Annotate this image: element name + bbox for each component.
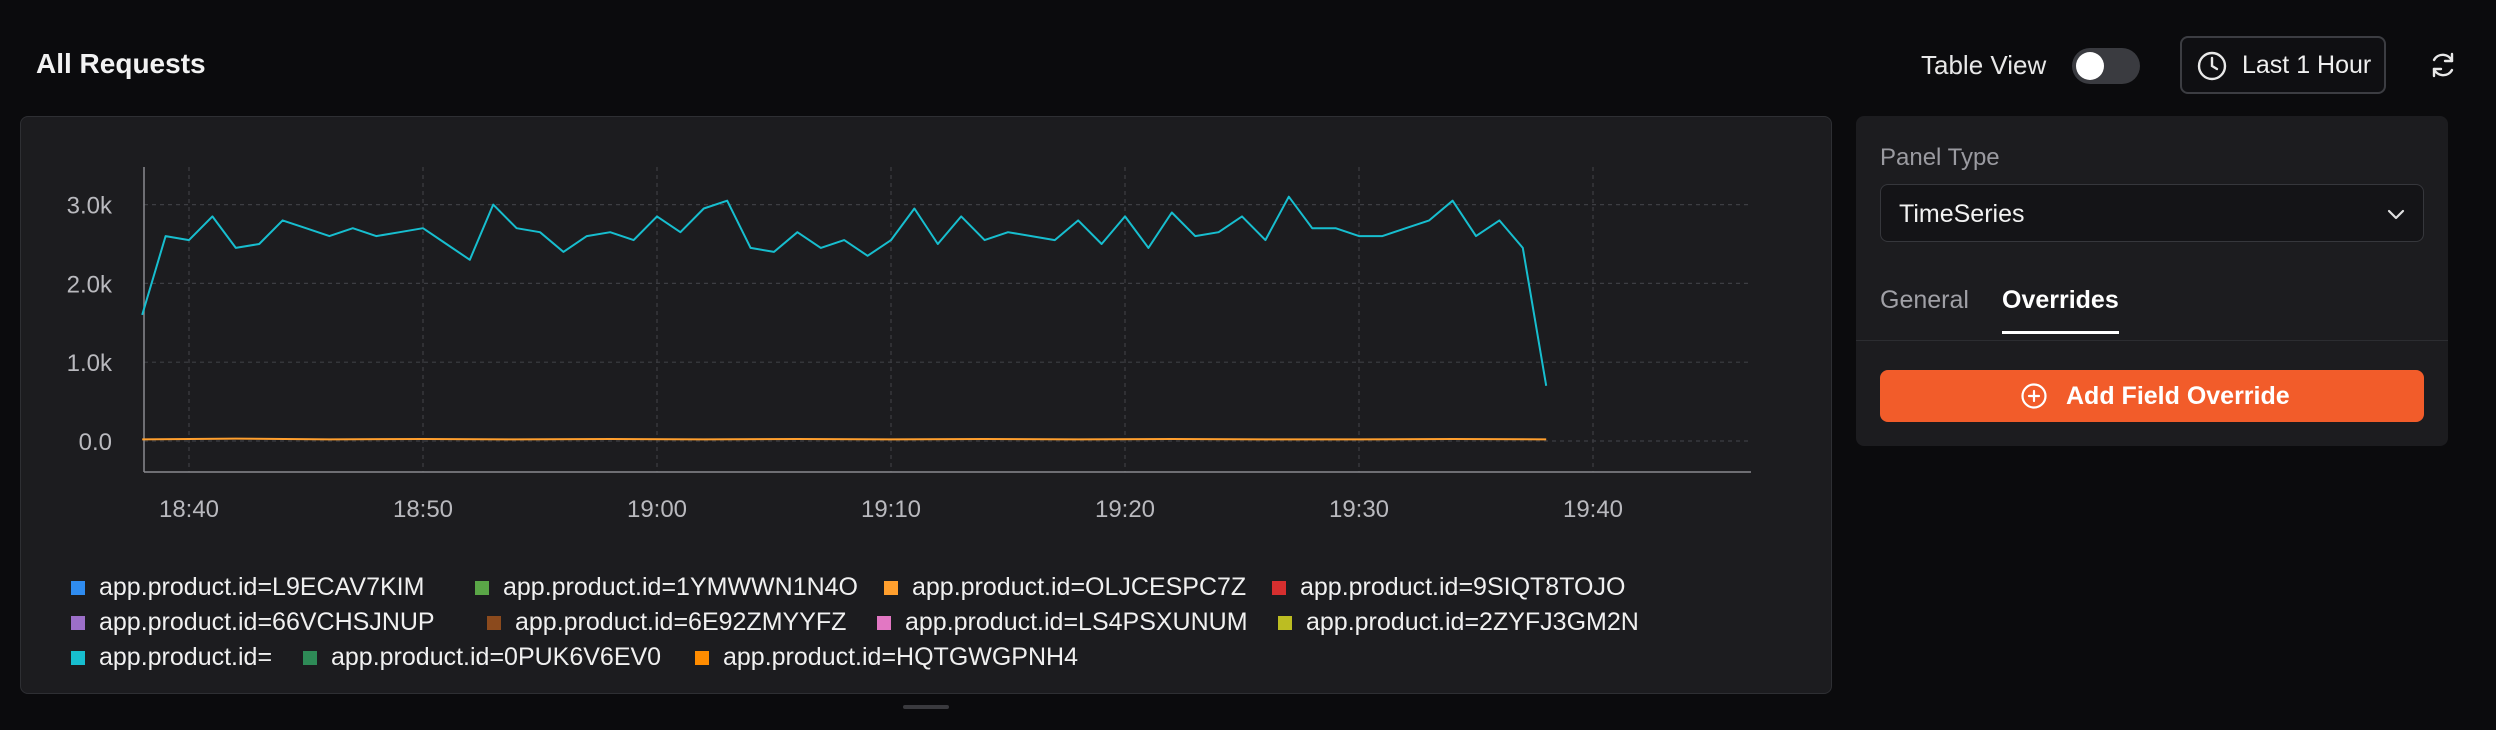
legend-label: app.product.id=6E92ZMYYFZ: [515, 608, 847, 636]
table-view-label: Table View: [1921, 50, 2047, 80]
chart-legend: app.product.id=L9ECAV7KIM app.product.id=…: [71, 573, 1791, 678]
y-tick-label: 3.0k: [67, 193, 113, 220]
legend-item[interactable]: app.product.id=66VCHSJNUP: [71, 608, 435, 637]
legend-item[interactable]: app.product.id=LS4PSXUNUM: [877, 608, 1248, 637]
legend-label: app.product.id=LS4PSXUNUM: [905, 608, 1248, 636]
refresh-icon[interactable]: [2428, 50, 2458, 80]
resize-handle[interactable]: [903, 705, 949, 709]
legend-item[interactable]: app.product.id=6E92ZMYYFZ: [487, 608, 846, 637]
legend-row: app.product.id=L9ECAV7KIM app.product.id=…: [71, 573, 1791, 608]
chart-panel: 0.0 1.0k 2.0k 3.0k 18:40 18:50 19:00 19:10 19:20…: [20, 116, 1832, 694]
legend-label: app.product.id=1YMWWN1N4O: [503, 573, 859, 601]
legend-label: app.product.id=: [99, 643, 273, 671]
settings-tabs: General Overrides: [1856, 286, 2448, 341]
legend-swatch: [877, 615, 891, 630]
x-tick-label: 18:50: [393, 496, 453, 523]
legend-row: app.product.id= app.product.id=0PUK6V6EV0…: [71, 643, 1791, 678]
legend-swatch: [487, 615, 501, 630]
add-field-override-label: Add Field Override: [2066, 382, 2290, 410]
y-tick-label: 0.0: [79, 429, 112, 456]
time-range-label: Last 1 Hour: [2242, 51, 2372, 79]
legend-label: app.product.id=2ZYFJ3GM2N: [1306, 608, 1639, 636]
legend-swatch: [303, 650, 317, 665]
plus-circle-icon: [2021, 383, 2047, 409]
toolbar: Table View Last 1 Hour: [1796, 36, 2496, 96]
x-tick-label: 19:30: [1329, 496, 1389, 523]
tab-overrides[interactable]: Overrides: [2002, 286, 2119, 334]
x-tick-label: 19:20: [1095, 496, 1155, 523]
x-tick-label: 19:40: [1563, 496, 1623, 523]
clock-icon: [2197, 51, 2227, 81]
add-field-override-button[interactable]: Add Field Override: [1880, 370, 2424, 422]
legend-swatch: [884, 580, 898, 595]
settings-panel: Panel Type TimeSeries General Overrides …: [1856, 116, 2448, 446]
legend-item[interactable]: app.product.id=9SIQT8TOJO: [1272, 573, 1625, 602]
legend-label: app.product.id=66VCHSJNUP: [99, 608, 435, 636]
legend-item[interactable]: app.product.id=0PUK6V6EV0: [303, 643, 661, 672]
panel-type-label: Panel Type: [1880, 144, 2000, 171]
legend-swatch: [71, 650, 85, 665]
x-tick-label: 19:00: [627, 496, 687, 523]
legend-label: app.product.id=OLJCESPC7Z: [912, 573, 1247, 601]
series-line: [141, 195, 1548, 386]
requests-chart: 0.0 1.0k 2.0k 3.0k 18:40 18:50 19:00 19:10 19:20…: [67, 167, 1751, 523]
y-tick-label: 1.0k: [67, 350, 113, 377]
legend-item[interactable]: app.product.id=L9ECAV7KIM: [71, 573, 424, 602]
y-tick-label: 2.0k: [67, 271, 113, 298]
legend-swatch: [695, 650, 709, 665]
time-range-button[interactable]: Last 1 Hour: [2180, 36, 2386, 94]
legend-item[interactable]: app.product.id=2ZYFJ3GM2N: [1278, 608, 1639, 637]
legend-item[interactable]: app.product.id=1YMWWN1N4O: [475, 573, 858, 602]
legend-swatch: [1278, 615, 1292, 630]
legend-label: app.product.id=L9ECAV7KIM: [99, 573, 425, 601]
legend-swatch: [71, 580, 85, 595]
tab-general[interactable]: General: [1880, 286, 1969, 331]
x-tick-label: 18:40: [159, 496, 219, 523]
legend-swatch: [475, 580, 489, 595]
x-tick-label: 19:10: [861, 496, 921, 523]
legend-item[interactable]: app.product.id=OLJCESPC7Z: [884, 573, 1246, 602]
chevron-down-icon: [2387, 209, 2405, 220]
legend-swatch: [1272, 580, 1286, 595]
legend-row: app.product.id=66VCHSJNUP app.product.id=…: [71, 608, 1791, 643]
legend-label: app.product.id=HQTGWGPNH4: [723, 643, 1078, 671]
legend-swatch: [71, 615, 85, 630]
series-line: [142, 437, 1547, 441]
panel-type-value: TimeSeries: [1899, 200, 2025, 228]
toggle-knob: [2076, 52, 2104, 80]
panel-type-select[interactable]: TimeSeries: [1880, 184, 2424, 242]
legend-label: app.product.id=0PUK6V6EV0: [331, 643, 662, 671]
legend-item[interactable]: app.product.id=HQTGWGPNH4: [695, 643, 1078, 672]
legend-item[interactable]: app.product.id=: [71, 643, 272, 672]
page-title: All Requests: [36, 48, 206, 79]
legend-label: app.product.id=9SIQT8TOJO: [1300, 573, 1626, 601]
table-view-toggle[interactable]: [2072, 48, 2140, 84]
